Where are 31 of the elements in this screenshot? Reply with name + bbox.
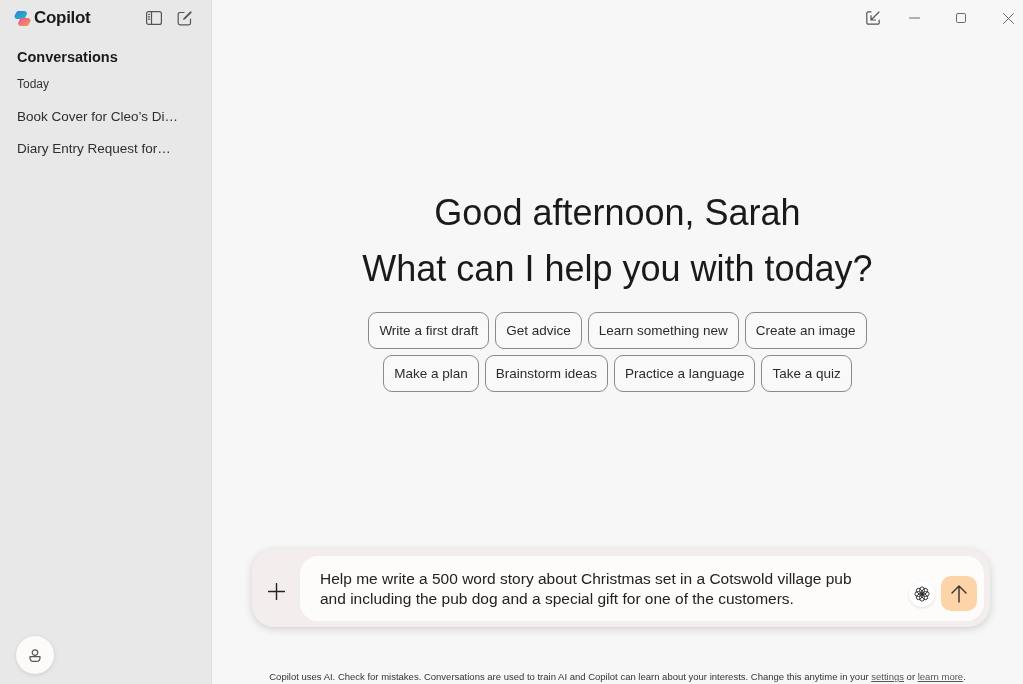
flower-icon <box>914 585 930 602</box>
arrow-up-icon <box>951 584 967 603</box>
suggestion-chip[interactable]: Get advice <box>495 312 582 349</box>
maximize-icon <box>956 13 966 23</box>
suggestion-chip[interactable]: Write a first draft <box>368 312 490 349</box>
suggestion-chip[interactable]: Create an image <box>744 312 867 349</box>
app-name: Copilot <box>34 8 91 28</box>
disclaimer-link[interactable]: settings <box>871 671 904 682</box>
person-icon <box>29 648 41 662</box>
send-button[interactable] <box>941 576 977 611</box>
suggestion-chip[interactable]: Take a quiz <box>761 355 852 392</box>
greeting-heading: Good afternoon, Sarah <box>434 191 801 235</box>
compose-icon <box>176 10 192 26</box>
conversation-item[interactable]: Diary Entry Request for… <box>0 132 211 164</box>
box-arrow-icon <box>866 11 880 25</box>
section-title: Conversations <box>16 48 119 66</box>
suggestion-chip[interactable]: Learn something new <box>587 312 739 349</box>
close-icon <box>1002 12 1014 24</box>
disclaimer-text: Copilot uses AI. Check for mistakes. Conversations are used to train AI and Copilot can learn about your interests. Change this anytime in your settings or learn more. <box>269 670 966 684</box>
profile-button[interactable] <box>16 636 54 674</box>
suggestion-chip[interactable]: Practice a language <box>614 355 756 392</box>
suggestion-chip[interactable]: Brainstorm ideas <box>484 355 609 392</box>
suggestion-chip[interactable]: Make a plan <box>383 355 479 392</box>
sidebar-toggle-icon <box>146 11 162 25</box>
prompt-heading: What can I help you with today? <box>362 247 873 291</box>
group-label: Today <box>16 76 51 91</box>
minimize-icon <box>908 17 920 19</box>
conversation-item[interactable]: Book Cover for Cleo’s Di… <box>0 100 211 132</box>
plus-icon <box>267 583 285 600</box>
logo-icon <box>14 9 31 27</box>
mode-button[interactable] <box>909 580 935 607</box>
